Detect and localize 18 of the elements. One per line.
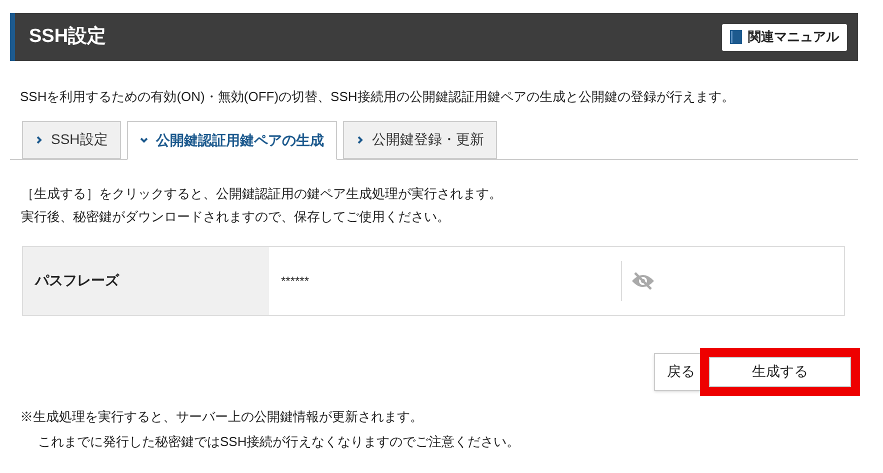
chevron-right-icon: [35, 136, 43, 144]
instruction-text: 実行後、秘密鍵がダウンロードされますので、保存してご使用ください。: [21, 208, 451, 226]
tab[interactable]: SSH設定: [22, 120, 121, 158]
description-text: SSHを利用するための有効(ON)・無効(OFF)の切替、SSH接続用の公開鍵認証用鍵ペアの生成と公開鍵の登録が行えます。: [20, 88, 736, 106]
field-label: パスフレーズ: [23, 246, 269, 314]
manual-button[interactable]: 関連マニュアル: [722, 24, 847, 50]
instruction-text: ［生成する］をクリックすると、公開鍵認証用の鍵ペア生成処理が実行されます。: [21, 184, 503, 202]
tab[interactable]: 公開鍵認証用鍵ペアの生成: [126, 120, 337, 160]
note-text: これまでに発行した秘密鍵ではSSH接続が行えなくなりますのでご注意ください。: [37, 432, 521, 450]
tab[interactable]: 公開鍵登録・更新: [342, 120, 497, 158]
chevron-down-icon: [140, 136, 148, 144]
generate-button[interactable]: 生成する: [709, 356, 851, 386]
book-icon: [730, 30, 742, 44]
page-title: SSH設定: [29, 24, 106, 49]
note-text: ※生成処理を実行すると、サーバー上の公開鍵情報が更新されます。: [20, 408, 424, 426]
passphrase-field[interactable]: ******: [281, 260, 611, 300]
hide-password-icon[interactable]: [630, 270, 656, 292]
chevron-right-icon: [356, 136, 364, 144]
